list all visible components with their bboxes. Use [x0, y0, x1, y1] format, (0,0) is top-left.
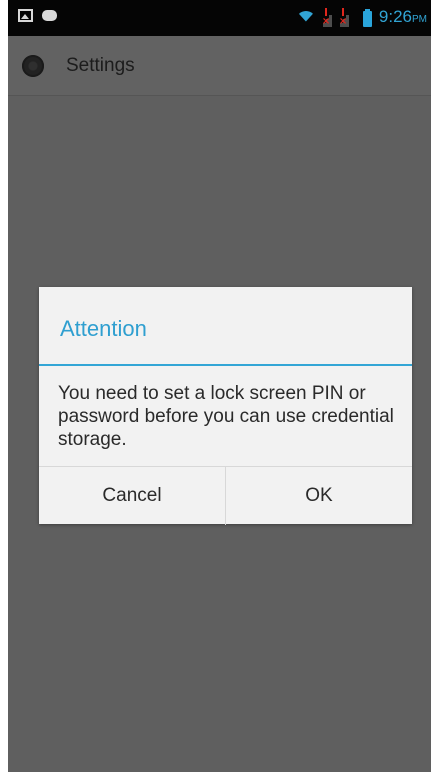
- attention-dialog: Attention You need to set a lock screen …: [39, 287, 412, 525]
- clock: 9:26PM: [378, 7, 427, 26]
- clock-ampm: PM: [412, 14, 427, 25]
- signal-icon: ×: [322, 7, 333, 29]
- wifi-icon: [296, 9, 316, 29]
- device-frame: × × 9:26PM Settings Attention You need t…: [0, 0, 435, 772]
- page-title: Settings: [66, 55, 135, 76]
- gallery-icon: [18, 9, 33, 22]
- system-icons: × × 9:26PM: [296, 7, 427, 30]
- dialog-message: You need to set a lock screen PIN or pas…: [58, 383, 394, 450]
- action-bar: Settings: [8, 36, 431, 96]
- dialog-button-bar: Cancel OK: [39, 466, 412, 525]
- screen: × × 9:26PM Settings Attention You need t…: [8, 0, 431, 772]
- settings-icon[interactable]: [22, 55, 44, 77]
- notification-icons: [18, 9, 57, 22]
- ok-button[interactable]: OK: [225, 467, 412, 525]
- cancel-button[interactable]: Cancel: [39, 467, 225, 525]
- status-bar: × × 9:26PM: [8, 0, 431, 36]
- dialog-title: Attention: [60, 316, 147, 341]
- dialog-divider: [39, 364, 412, 366]
- battery-icon: [362, 8, 372, 27]
- signal-icon: ×: [339, 7, 350, 29]
- chat-icon: [42, 10, 57, 21]
